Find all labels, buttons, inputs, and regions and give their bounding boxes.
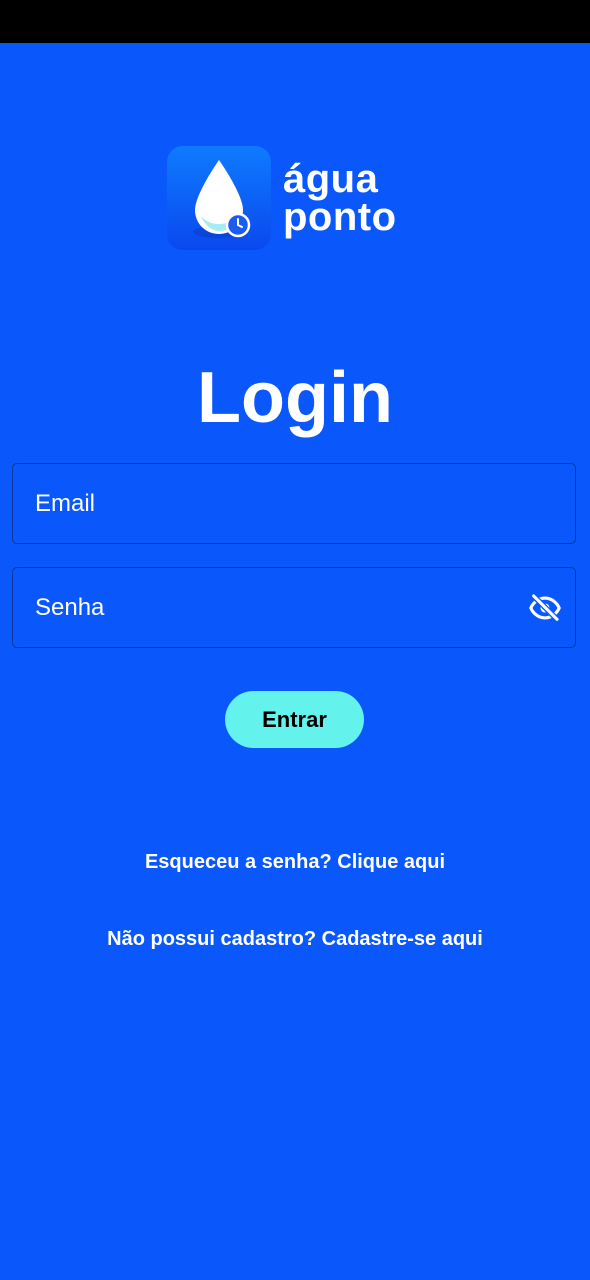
logo-text: água ponto [283,157,397,239]
logo-word-2: ponto [283,195,397,239]
password-field[interactable] [12,567,576,648]
status-bar [0,0,590,43]
app-logo: água ponto [167,146,397,250]
page-title: Login [197,358,393,438]
email-field[interactable] [12,463,576,544]
login-button[interactable]: Entrar [225,691,364,748]
signup-link[interactable]: Não possui cadastro? Cadastre-se aqui [0,927,590,951]
forgot-password-link[interactable]: Esqueceu a senha? Clique aqui [0,850,590,874]
logo-word-1: água [283,157,379,201]
eye-off-icon[interactable] [515,568,575,647]
water-drop-clock-icon [167,146,271,250]
email-input[interactable] [13,464,575,543]
password-input[interactable] [13,568,515,647]
